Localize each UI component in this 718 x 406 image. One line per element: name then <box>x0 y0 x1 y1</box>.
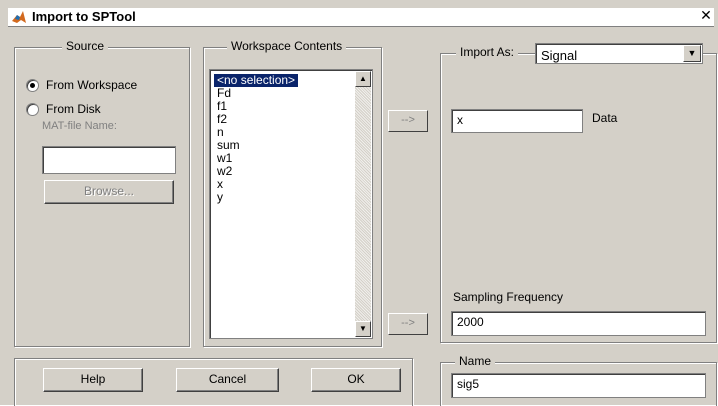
from-disk-radio[interactable] <box>26 103 39 116</box>
fs-arrow-button[interactable]: --> <box>388 313 428 335</box>
import-as-value: Signal <box>541 48 578 63</box>
chevron-down-icon[interactable]: ▼ <box>683 45 701 62</box>
list-item[interactable]: x <box>214 178 298 191</box>
window-title: Import to SPTool <box>32 9 136 24</box>
from-workspace-label[interactable]: From Workspace <box>46 78 137 92</box>
title-bar: Import to SPTool ✕ <box>8 8 714 27</box>
data-arrow-button[interactable]: --> <box>388 110 428 132</box>
scroll-down-icon[interactable]: ▼ <box>355 321 371 337</box>
matlab-logo-icon <box>12 11 26 23</box>
close-icon[interactable]: ✕ <box>699 9 713 23</box>
import-as-select[interactable]: Signal ▼ <box>535 43 703 64</box>
matfile-name-input[interactable] <box>42 146 176 174</box>
ok-button[interactable]: OK <box>311 368 401 392</box>
scroll-up-icon[interactable]: ▲ <box>355 71 371 87</box>
workspace-items: <no selection> Fd f1 f2 n sum w1 w2 x y <box>214 74 299 204</box>
from-disk-label[interactable]: From Disk <box>46 102 101 116</box>
list-item[interactable]: f2 <box>214 113 298 126</box>
list-item[interactable]: w2 <box>214 165 298 178</box>
name-input[interactable]: sig5 <box>451 373 706 398</box>
listbox-scrollbar[interactable]: ▲ ▼ <box>355 71 371 337</box>
sampling-frequency-label: Sampling Frequency <box>453 290 564 304</box>
workspace-listbox[interactable]: <no selection> Fd f1 f2 n sum w1 w2 x y ▲ ▼ <box>209 69 373 339</box>
list-item[interactable]: y <box>214 191 298 204</box>
name-legend: Name <box>455 354 496 368</box>
import-as-label: Import As: <box>456 45 519 59</box>
workspace-legend: Workspace Contents <box>227 39 347 53</box>
matfile-name-label: MAT-file Name: <box>42 120 117 132</box>
data-label: Data <box>592 111 618 125</box>
from-workspace-radio[interactable] <box>26 79 39 92</box>
data-input[interactable]: x <box>451 109 583 133</box>
cancel-button[interactable]: Cancel <box>176 368 279 392</box>
sampling-frequency-input[interactable]: 2000 <box>451 311 706 336</box>
import-dialog: Import to SPTool ✕ Source From Workspace… <box>0 0 718 406</box>
help-button[interactable]: Help <box>43 368 143 392</box>
source-legend: Source <box>62 39 109 53</box>
browse-button[interactable]: Browse... <box>44 180 174 204</box>
